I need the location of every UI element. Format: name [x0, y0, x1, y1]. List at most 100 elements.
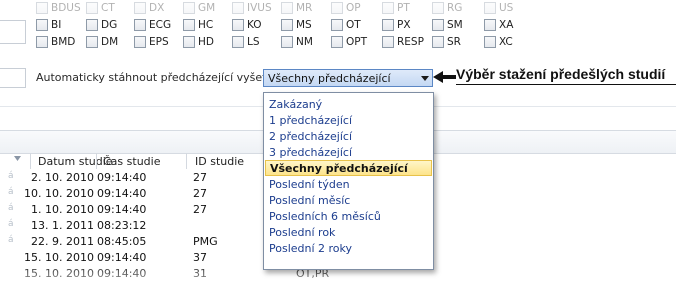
- modality-label: DX: [149, 2, 165, 14]
- checkbox-box[interactable]: [232, 19, 244, 31]
- modality-checkbox-0[interactable]: BMD: [36, 35, 75, 49]
- cell-date: 1. 10. 2010: [31, 203, 94, 216]
- checkbox-box[interactable]: [484, 36, 496, 48]
- checkbox-box[interactable]: [382, 2, 394, 14]
- checkbox-box[interactable]: [281, 36, 293, 48]
- column-header-time[interactable]: Čas studie: [103, 155, 160, 168]
- dropdown-option[interactable]: 3 předcházející: [264, 144, 433, 160]
- modality-label: BMD: [51, 36, 76, 48]
- modality-checkbox-0[interactable]: BI: [36, 18, 61, 32]
- checkbox-box[interactable]: [134, 19, 146, 31]
- modality-checkbox-9[interactable]: US: [484, 1, 513, 15]
- checkbox-box[interactable]: [281, 19, 293, 31]
- callout-underline: [456, 84, 676, 85]
- modality-checkbox-2[interactable]: EPS: [134, 35, 169, 49]
- dropdown-option[interactable]: Všechny předcházející: [265, 160, 432, 177]
- auto-download-label: Automaticky stáhnout předcházející vyšet…: [36, 71, 292, 84]
- checkbox-box[interactable]: [183, 2, 195, 14]
- modality-label: DG: [101, 19, 118, 31]
- modality-checkbox-5[interactable]: NM: [281, 35, 313, 49]
- checkbox-box[interactable]: [331, 2, 343, 14]
- modality-checkbox-0[interactable]: BDUS: [36, 1, 81, 15]
- checkbox-box[interactable]: [382, 36, 394, 48]
- cell-time: 09:14:40: [97, 267, 147, 280]
- row-marker: á: [8, 171, 14, 181]
- modality-label: PX: [397, 19, 411, 31]
- modality-checkbox-3[interactable]: HC: [183, 18, 213, 32]
- modality-checkbox-4[interactable]: LS: [232, 35, 260, 49]
- checkbox-box[interactable]: [86, 19, 98, 31]
- modality-checkbox-6[interactable]: OPT: [331, 35, 367, 49]
- checkbox-box[interactable]: [432, 36, 444, 48]
- modality-checkbox-2[interactable]: DX: [134, 1, 164, 15]
- column-header-date[interactable]: Datum studie: [38, 155, 113, 168]
- modality-checkbox-4[interactable]: KO: [232, 18, 262, 32]
- dropdown-option[interactable]: Posledních 6 měsíců: [264, 209, 433, 225]
- modality-checkbox-7[interactable]: PT: [382, 1, 410, 15]
- dropdown-option[interactable]: 2 předcházející: [264, 128, 433, 144]
- checkbox-box[interactable]: [183, 19, 195, 31]
- sort-desc-icon[interactable]: [14, 156, 21, 161]
- modality-checkbox-9[interactable]: XA: [484, 18, 513, 32]
- checkbox-box[interactable]: [484, 2, 496, 14]
- checkbox-box[interactable]: [183, 36, 195, 48]
- checkbox-box[interactable]: [484, 19, 496, 31]
- checkbox-box[interactable]: [232, 2, 244, 14]
- column-header-id[interactable]: ID studie: [195, 155, 244, 168]
- modality-checkbox-8[interactable]: RG: [432, 1, 462, 15]
- checkbox-box[interactable]: [432, 19, 444, 31]
- modality-checkbox-7[interactable]: RESP: [382, 35, 424, 49]
- callout-arrow-icon: [433, 71, 456, 83]
- modality-label: OP: [346, 2, 361, 14]
- modality-checkbox-6[interactable]: OP: [331, 1, 361, 15]
- modality-checkbox-5[interactable]: MR: [281, 1, 312, 15]
- checkbox-box[interactable]: [86, 2, 98, 14]
- checkbox-box[interactable]: [331, 19, 343, 31]
- cell-time: 09:14:40: [97, 203, 147, 216]
- checkbox-box[interactable]: [36, 19, 48, 31]
- checkbox-box[interactable]: [134, 36, 146, 48]
- dropdown-option[interactable]: Poslední měsíc: [264, 193, 433, 209]
- dropdown-option[interactable]: 1 předcházející: [264, 112, 433, 128]
- modality-checkbox-9[interactable]: XC: [484, 35, 513, 49]
- modality-label: EPS: [149, 36, 169, 48]
- modality-label: LS: [247, 36, 260, 48]
- checkbox-box[interactable]: [232, 36, 244, 48]
- checkbox-box[interactable]: [331, 36, 343, 48]
- modality-label: GM: [198, 2, 216, 14]
- cell-id: 27: [193, 203, 207, 216]
- checkbox-box[interactable]: [382, 19, 394, 31]
- modality-checkbox-1[interactable]: DM: [86, 35, 118, 49]
- dropdown-option[interactable]: Poslední týden: [264, 176, 433, 192]
- checkbox-box[interactable]: [36, 36, 48, 48]
- checkbox-box[interactable]: [86, 36, 98, 48]
- modality-checkbox-7[interactable]: PX: [382, 18, 411, 32]
- modality-checkbox-8[interactable]: SM: [432, 18, 463, 32]
- auto-download-select[interactable]: Všechny předcházející: [263, 69, 433, 87]
- modality-label: RESP: [397, 36, 424, 48]
- modality-checkbox-4[interactable]: IVUS: [232, 1, 272, 15]
- modality-label: MS: [296, 19, 312, 31]
- checkbox-box[interactable]: [281, 2, 293, 14]
- modality-checkbox-1[interactable]: DG: [86, 18, 117, 32]
- cell-time: 09:14:40: [97, 251, 147, 264]
- modality-checkbox-3[interactable]: GM: [183, 1, 215, 15]
- modality-checkbox-2[interactable]: ECG: [134, 18, 171, 32]
- modality-checkbox-8[interactable]: SR: [432, 35, 461, 49]
- modality-filter-grid: BDUS CT DX GM IVUS MR OP PT RG US BI DG ECG HC KO MS OT…: [0, 0, 676, 62]
- modality-label: ECG: [149, 19, 172, 31]
- checkbox-box[interactable]: [134, 2, 146, 14]
- checkbox-box[interactable]: [432, 2, 444, 14]
- modality-checkbox-3[interactable]: HD: [183, 35, 214, 49]
- cell-date: 15. 10. 2010: [24, 267, 94, 280]
- chevron-down-icon[interactable]: [418, 75, 432, 81]
- dropdown-option[interactable]: Poslední 2 roky: [264, 241, 433, 257]
- modality-checkbox-1[interactable]: CT: [86, 1, 115, 15]
- modality-checkbox-6[interactable]: OT: [331, 18, 361, 32]
- checkbox-box[interactable]: [36, 2, 48, 14]
- row-marker: á: [8, 203, 14, 213]
- dropdown-option[interactable]: Poslední rok: [264, 225, 433, 241]
- dropdown-option[interactable]: Zakázaný: [264, 96, 433, 112]
- modality-checkbox-5[interactable]: MS: [281, 18, 312, 32]
- cell-id: 27: [193, 171, 207, 184]
